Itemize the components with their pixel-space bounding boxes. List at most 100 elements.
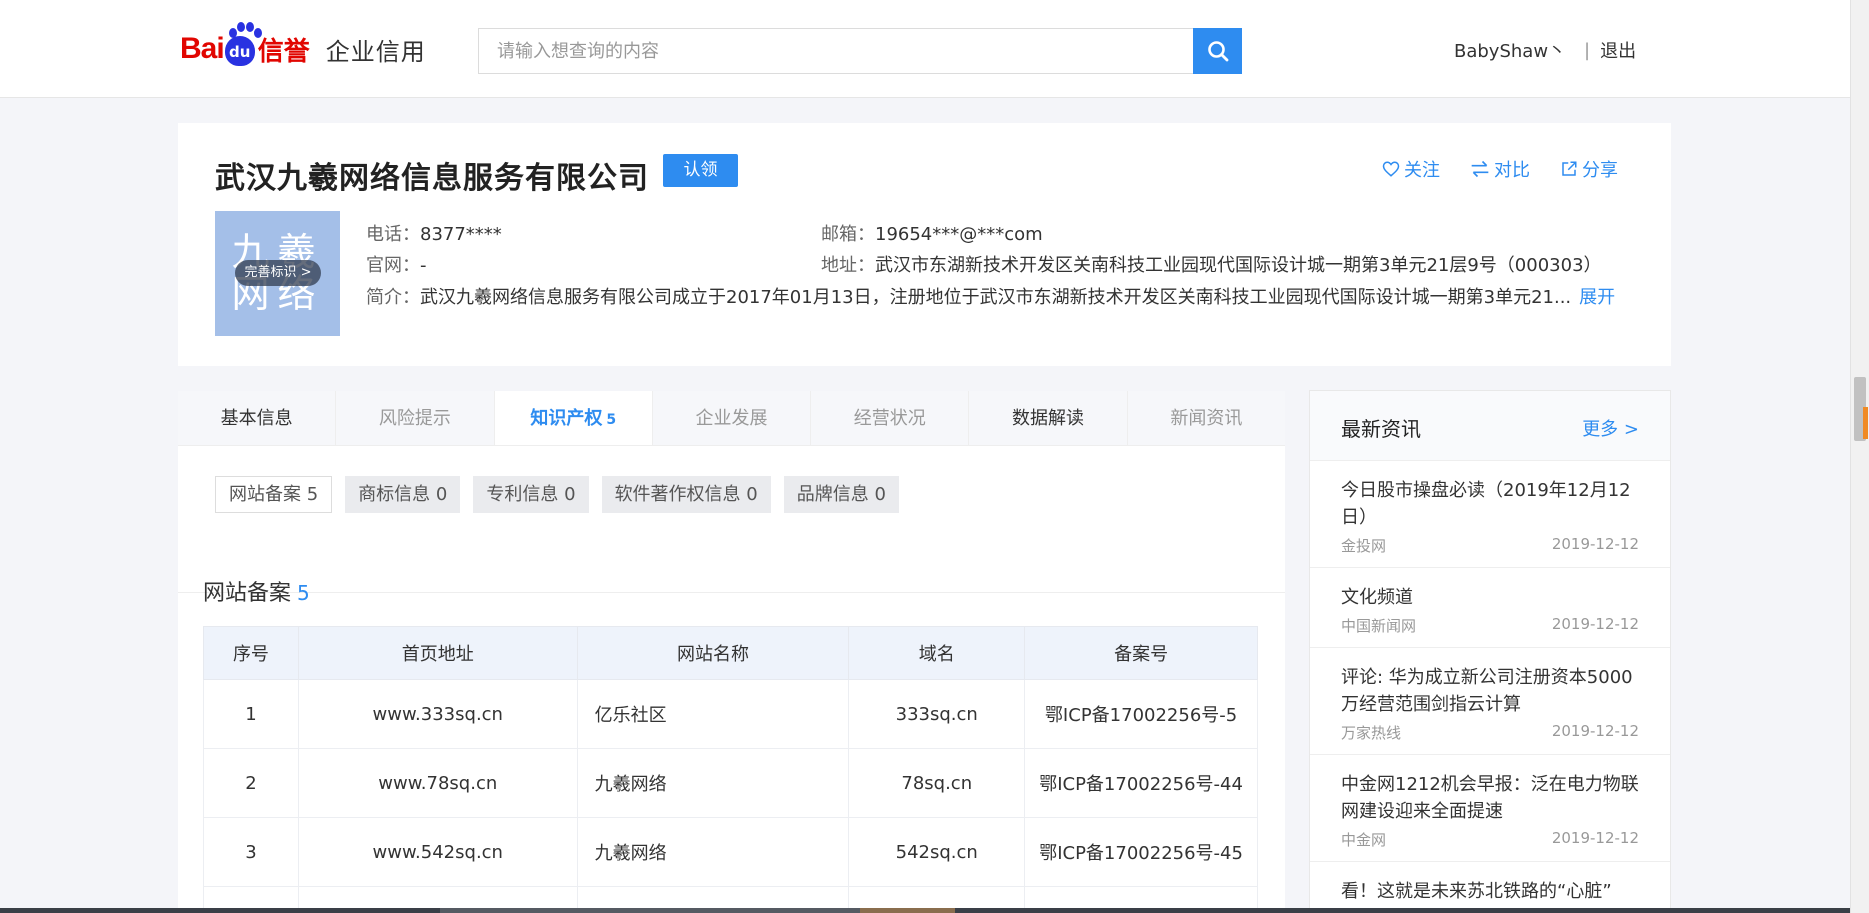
cell-domain: 333sq.cn [848, 679, 1026, 749]
news-item[interactable]: 今日股市操盘必读（2019年12月12日） 金投网 2019-12-12 [1310, 461, 1670, 568]
news-item-source: 金投网 [1341, 537, 1387, 555]
col-header-site-name: 网站名称 [576, 626, 850, 680]
table-row: 1 www.333sq.cn 亿乐社区 333sq.cn 鄂ICP备170022… [203, 679, 1258, 749]
cell-index: 2 [203, 748, 299, 818]
subtab-trademark[interactable]: 商标信息 0 [345, 476, 461, 513]
news-more-link[interactable]: 更多 > [1582, 415, 1639, 441]
baidu-xinyu-logo[interactable]: Bai du 信誉 企业信用 [180, 22, 426, 72]
claim-button[interactable]: 认领 [663, 154, 738, 187]
col-header-homepage: 首页地址 [297, 626, 578, 680]
news-title: 最新资讯 [1341, 417, 1421, 441]
tab-data-insight[interactable]: 数据解读 [969, 391, 1128, 445]
phone-value: 8377**** [420, 224, 502, 245]
table-row: 2 www.78sq.cn 九羲网络 78sq.cn 鄂ICP备17002256… [203, 748, 1258, 818]
search-box [478, 28, 1194, 74]
cell-domain: 78sq.cn [848, 748, 1026, 818]
cell-homepage[interactable]: www.333sq.cn [297, 679, 578, 749]
logout-link[interactable]: 退出 [1600, 37, 1636, 63]
section-title-text: 网站备案 [203, 581, 292, 606]
news-item[interactable]: 看！这就是未来苏北铁路的“心脏” [1310, 862, 1670, 912]
cell-index: 1 [203, 679, 299, 749]
user-separator: | [1584, 39, 1591, 61]
tab-operation[interactable]: 经营状况 [811, 391, 970, 445]
cell-site-name: 九羲网络 [576, 748, 850, 818]
compare-button[interactable]: 对比 [1470, 156, 1530, 182]
follow-label: 关注 [1404, 160, 1440, 181]
tab-ip-count: 5 [606, 412, 617, 428]
website-row: 官网：- [366, 251, 427, 277]
subtab-website-record[interactable]: 网站备案 5 [215, 476, 333, 513]
news-item-date: 2019-12-12 [1551, 535, 1639, 553]
cell-homepage[interactable]: www.542sq.cn [297, 817, 578, 887]
news-item-title: 看！这就是未来苏北铁路的“心脏” [1341, 881, 1612, 902]
cell-record-no: 鄂ICP备17002256号-45 [1024, 817, 1258, 887]
tab-basic-info[interactable]: 基本信息 [178, 391, 337, 445]
subtab-brand[interactable]: 品牌信息 0 [783, 476, 899, 513]
news-header: 最新资讯 更多 > [1310, 391, 1670, 461]
scrollbar-marker [1863, 407, 1868, 439]
tab-intellectual-property[interactable]: 知识产权 5 [494, 391, 653, 445]
logo-du-badge: du [224, 36, 255, 66]
intro-text: 武汉九羲网络信息服务有限公司成立于2017年01月13日，注册地位于武汉市东湖新… [420, 287, 1572, 308]
tab-development[interactable]: 企业发展 [653, 391, 812, 445]
tab-news[interactable]: 新闻资讯 [1128, 391, 1285, 445]
cell-domain: 542sq.cn [848, 817, 1026, 887]
phone-row: 电话：8377**** [366, 220, 502, 246]
email-row: 邮箱：19654***@***com [821, 220, 1043, 246]
search-icon [1207, 41, 1228, 62]
cell-record-no: 鄂ICP备17002256号-44 [1024, 748, 1258, 818]
logo-bai-text: Bai [180, 32, 225, 65]
share-icon [1562, 161, 1577, 176]
col-header-index: 序号 [203, 626, 299, 680]
compare-label: 对比 [1494, 160, 1530, 181]
expand-link[interactable]: 展开 [1579, 287, 1615, 308]
col-header-record-no: 备案号 [1024, 626, 1258, 680]
email-label: 邮箱： [821, 224, 875, 245]
cell-homepage[interactable]: www.78sq.cn [297, 748, 578, 818]
cell-record-no: 鄂ICP备17002256号-5 [1024, 679, 1258, 749]
table-row: 3 www.542sq.cn 九羲网络 542sq.cn 鄂ICP备170022… [203, 817, 1258, 887]
company-name: 武汉九羲网络信息服务有限公司 [215, 161, 649, 196]
intro-row: 简介：武汉九羲网络信息服务有限公司成立于2017年01月13日，注册地位于武汉市… [366, 283, 1656, 309]
news-item-date: 2019-12-12 [1551, 722, 1639, 740]
table-header-row: 序号 首页地址 网站名称 域名 备案号 [203, 626, 1258, 680]
address-label: 地址： [821, 255, 875, 276]
email-value: 19654***@***com [875, 224, 1043, 245]
bottom-strip [0, 908, 1850, 913]
website-label: 官网： [366, 255, 420, 276]
search-button[interactable] [1193, 28, 1242, 74]
complete-logo-badge[interactable]: 完善标识 > [235, 260, 321, 286]
section-count: 5 [297, 581, 310, 605]
subtab-patent[interactable]: 专利信息 0 [473, 476, 589, 513]
news-sidebar: 最新资讯 更多 > 今日股市操盘必读（2019年12月12日） 金投网 2019-… [1309, 390, 1671, 913]
follow-button[interactable]: 关注 [1382, 156, 1440, 182]
cell-index: 3 [203, 817, 299, 887]
news-item-source: 万家热线 [1341, 724, 1402, 742]
tab-risk[interactable]: 风险提示 [336, 391, 495, 445]
username-link[interactable]: BabyShaw丶 [1454, 37, 1566, 63]
compare-arrows-icon [1471, 160, 1489, 178]
news-item[interactable]: 评论: 华为成立新公司注册资本5000万经营范围剑指云计算 万家热线 2019-1… [1310, 648, 1670, 755]
page-scrollbar[interactable] [1850, 0, 1869, 913]
phone-label: 电话： [366, 224, 420, 245]
share-label: 分享 [1582, 160, 1618, 181]
cell-site-name: 九羲网络 [576, 817, 850, 887]
news-item[interactable]: 中金网1212机会早报：泛在电力物联网建设迎来全面提速 中金网 2019-12-1… [1310, 755, 1670, 862]
news-item-date: 2019-12-12 [1551, 615, 1639, 633]
news-item-source: 中金网 [1341, 831, 1387, 849]
share-button[interactable]: 分享 [1560, 156, 1618, 182]
address-row: 地址：武汉市东湖新技术开发区关南科技工业园现代国际设计城一期第3单元21层9号（… [821, 251, 1602, 277]
news-item-date: 2019-12-12 [1551, 829, 1639, 847]
news-item-title: 中金网1212机会早报：泛在电力物联网建设迎来全面提速 [1341, 774, 1639, 822]
tab-ip-label: 知识产权 [530, 408, 603, 429]
logo-xinyu-text: 信誉 [257, 36, 310, 67]
section-title: 网站备案 5 [203, 575, 310, 607]
search-input[interactable] [479, 29, 1194, 73]
subtab-software-copyright[interactable]: 软件著作权信息 0 [601, 476, 771, 513]
news-item-source: 中国新闻网 [1341, 617, 1417, 635]
news-item[interactable]: 文化频道 中国新闻网 2019-12-12 [1310, 568, 1670, 648]
logo-product-name: 企业信用 [325, 37, 426, 66]
address-value: 武汉市东湖新技术开发区关南科技工业园现代国际设计城一期第3单元21层9号（000… [875, 255, 1602, 276]
cell-site-name: 亿乐社区 [576, 679, 850, 749]
company-card: 武汉九羲网络信息服务有限公司 认领 关注 对比 分享 九羲网络 完善标识 > 电… [178, 123, 1671, 366]
